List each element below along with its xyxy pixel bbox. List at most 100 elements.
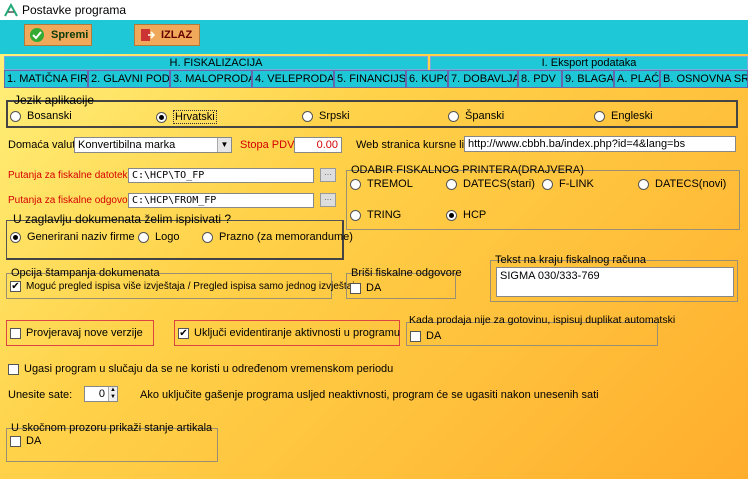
printer-label: F-LINK [559,178,594,190]
exit-button[interactable]: IZLAZ [134,24,200,46]
radio-icon [638,178,649,190]
printer-option-datecs-old[interactable]: DATECS(stari) [446,178,535,190]
printer-label: TREMOL [367,178,413,190]
hours-spinner[interactable]: 0 ▲ ▼ [84,386,118,402]
printer-label: TRING [367,209,402,221]
lang-option-bosanski[interactable]: Bosanski [10,110,72,122]
exit-label: IZLAZ [161,29,193,41]
printer-option-tring[interactable]: TRING [350,209,401,221]
printer-option-datecs-new[interactable]: DATECS(novi) [638,178,726,190]
window-title: Postavke programa [22,3,127,17]
lang-option-srpski[interactable]: Srpski [302,110,350,122]
checkbox-checked-icon: ✔ [178,327,189,339]
tab-glavni-podaci[interactable]: 2. GLAVNI PODACI [88,70,170,88]
activity-log-label: Uključi evidentiranje aktivnosti u progr… [194,327,401,339]
currency-select[interactable]: Konvertibilna marka ▼ [74,137,232,153]
radio-icon [446,178,457,190]
browse-folder-icon[interactable]: ··· [320,193,336,207]
duplicate-checkbox[interactable]: DA [410,330,441,342]
header-option-logo[interactable]: Logo [138,231,179,243]
printer-label: DATECS(novi) [655,178,727,190]
printer-label: DATECS(stari) [463,178,535,190]
radio-selected-icon [156,111,167,123]
printer-option-tremol[interactable]: TREMOL [350,178,413,190]
tab-pdv[interactable]: 8. PDV [518,70,562,88]
printer-legend: ODABIR FISKALNOG PRINTERA(DRAJVERA) [351,164,584,176]
tab-eksport-podataka[interactable]: I. Eksport podataka [430,56,748,70]
header-print-legend: U zaglavlju dokumenata želim ispisivati … [13,212,232,226]
fiscal-files-label: Putanja za fiskalne datoteke [8,170,134,181]
currency-value: Konvertibilna marka [78,139,176,151]
delete-answers-legend: Briši fiskalne odgovore [351,267,462,279]
check-versions-label: Provjeravaj nove verzije [26,327,143,339]
duplicate-legend: Kada prodaja nije za gotovinu, ispisuj d… [409,314,676,326]
save-button[interactable]: Spremi [24,24,92,46]
tab-maloprodaja[interactable]: 3. MALOPRODAJA [170,70,252,88]
language-legend: Jezik aplikacije [14,93,95,107]
tab-maticna-firma[interactable]: 1. MATIČNA FIRMA [4,70,88,88]
activity-log-checkbox[interactable]: ✔ Uključi evidentiranje aktivnosti u prog… [178,327,400,339]
lang-label: Engleski [611,110,653,122]
toolbar: Spremi IZLAZ [0,20,748,54]
printer-option-flink[interactable]: F-LINK [542,178,594,190]
shutdown-checkbox[interactable]: Ugasi program u slučaju da se ne koristi… [8,363,393,375]
radio-icon [202,231,213,243]
tab-osnovna-sredstva[interactable]: B. OSNOVNA SREDS [660,70,748,88]
fiscal-files-input[interactable]: C:\HCP\TO_FP [128,168,314,183]
lang-label: Bosanski [27,110,72,122]
checkbox-checked-icon: ✔ [10,281,21,292]
checkbox-icon [410,330,421,342]
lang-option-spanski[interactable]: Španski [448,110,504,122]
vat-input[interactable]: 0.00 [294,137,342,153]
tab-fiskalizacija[interactable]: H. FISKALIZACIJA [4,56,428,70]
delete-answers-checkbox[interactable]: DA [350,282,381,294]
tab-dobavljaci[interactable]: 7. DOBAVLJAČI [448,70,518,88]
printer-option-hcp[interactable]: HCP [446,209,486,221]
header-option-empty[interactable]: Prazno (za memorandume) [202,231,353,243]
tab-financijsko[interactable]: 5. FINANCIJSKO [334,70,406,88]
checkbox-icon [8,363,19,375]
browse-folder-icon[interactable]: ··· [320,168,336,182]
radio-selected-icon [10,231,21,243]
header-option-label: Prazno (za memorandume) [219,231,353,243]
fiscal-answers-input[interactable]: C:\HCP\FROM_FP [128,193,314,208]
tab-blagajna[interactable]: 9. BLAGAJNA [562,70,614,88]
stock-popup-checkbox[interactable]: DA [10,435,41,447]
radio-selected-icon [446,209,457,221]
radio-icon [594,110,605,122]
check-versions-checkbox[interactable]: Provjeravaj nove verzije [10,327,143,339]
print-option-legend: Opcija štampanja dokumenata [11,267,160,279]
tab-veleprodaja[interactable]: 4. VELEPRODAJA [252,70,334,88]
stock-popup-label: DA [26,435,42,447]
web-url-input[interactable]: http://www.cbbh.ba/index.php?id=4&lang=b… [464,136,736,152]
header-option-label: Generirani naziv firme [27,231,135,243]
spinner-arrows-icon[interactable]: ▲ ▼ [108,387,117,401]
receipt-text-input[interactable]: SIGMA 030/333-769 [496,267,734,297]
hours-label: Unesite sate: [8,389,73,401]
lang-option-hrvatski[interactable]: Hrvatski [156,110,217,124]
tab-place[interactable]: A. PLAĆE [614,70,660,88]
radio-icon [302,110,313,122]
radio-icon [350,178,361,190]
delete-answers-label: DA [366,282,382,294]
tab-kupci[interactable]: 6. KUPCI [406,70,448,88]
radio-icon [10,110,21,122]
lang-label: Španski [465,110,505,122]
header-option-generated-name[interactable]: Generirani naziv firme [10,231,135,243]
fiscal-answers-label: Putanja za fiskalne odgovore [8,195,137,206]
radio-icon [350,209,361,221]
lang-option-engleski[interactable]: Engleski [594,110,653,122]
save-label: Spremi [51,29,89,41]
currency-label: Domaća valuta [8,139,82,151]
checkbox-icon [10,327,21,339]
print-option-label: Moguć pregled ispisa više izvještaja / P… [26,281,361,292]
duplicate-group: Kada prodaja nije za gotovinu, ispisuj d… [406,314,675,346]
radio-icon [138,231,149,243]
radio-icon [542,178,553,190]
check-icon [29,27,45,43]
print-preview-checkbox[interactable]: ✔ Moguć pregled ispisa više izvještaja / … [10,281,360,292]
chevron-down-icon[interactable]: ▼ [217,138,231,152]
lang-label: Hrvatski [173,110,217,124]
checkbox-icon [350,282,361,294]
lang-label: Srpski [319,110,350,122]
